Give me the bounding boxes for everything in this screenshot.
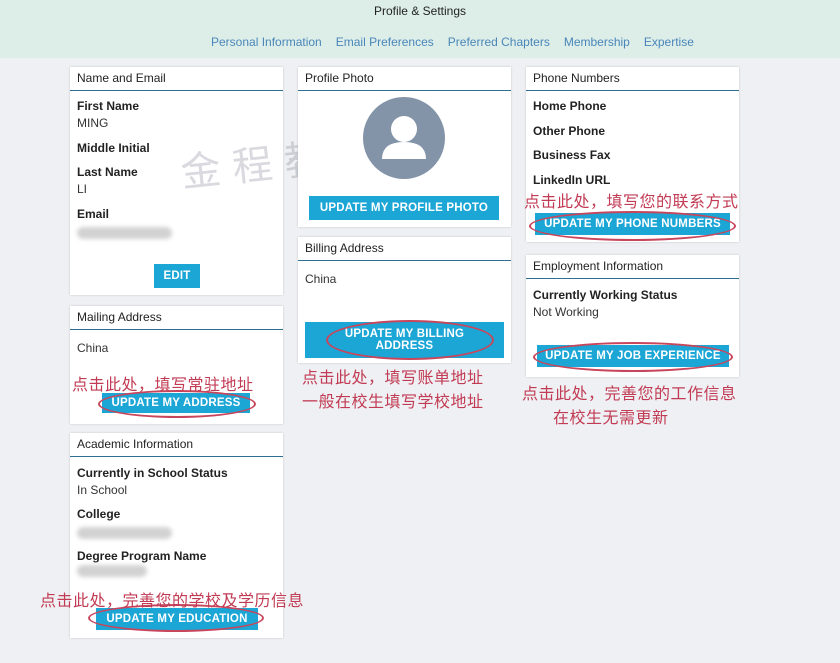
- other-phone-label: Other Phone: [533, 124, 606, 138]
- update-education-button[interactable]: UPDATE MY EDUCATION: [96, 608, 258, 630]
- annotation-job-line-1: 点击此处，完善您的工作信息: [522, 384, 737, 403]
- business-fax-label: Business Fax: [533, 148, 611, 162]
- employment-info-card: Employment Information Currently Working…: [526, 255, 739, 377]
- update-profile-photo-button[interactable]: UPDATE MY PROFILE PHOTO: [309, 196, 499, 220]
- mailing-address-header: Mailing Address: [70, 306, 283, 330]
- home-phone-label: Home Phone: [533, 99, 607, 113]
- annotation-job-line-2: 在校生无需更新: [553, 408, 669, 427]
- email-label: Email: [77, 207, 110, 221]
- first-name-value: MING: [77, 116, 109, 130]
- school-status-label: Currently in School Status: [77, 466, 228, 480]
- billing-button-line-2: ADDRESS: [375, 340, 434, 352]
- last-name-value: LI: [77, 182, 88, 196]
- top-header: Profile & Settings Personal Information …: [0, 0, 840, 58]
- degree-program-label: Degree Program Name: [77, 549, 207, 563]
- update-address-button[interactable]: UPDATE MY ADDRESS: [102, 393, 250, 413]
- billing-address-card: Billing Address China UPDATE MY BILLING …: [298, 237, 511, 363]
- middle-initial-label: Middle Initial: [77, 141, 150, 155]
- email-value-redacted: [77, 227, 172, 239]
- tab-expertise[interactable]: Expertise: [644, 35, 694, 49]
- update-billing-address-button[interactable]: UPDATE MY BILLING ADDRESS: [305, 322, 504, 358]
- mailing-address-value: China: [77, 341, 109, 355]
- name-email-header: Name and Email: [70, 67, 283, 91]
- profile-photo-header: Profile Photo: [298, 67, 511, 91]
- first-name-label: First Name: [77, 99, 140, 113]
- billing-address-header: Billing Address: [298, 237, 511, 261]
- degree-value-redacted: [77, 565, 147, 577]
- billing-button-line-1: UPDATE MY BILLING: [344, 328, 465, 340]
- mailing-address-card: Mailing Address China UPDATE MY ADDRESS: [70, 306, 283, 424]
- annotation-billing-line-1: 点击此处，填写账单地址: [302, 368, 484, 387]
- tab-personal-information[interactable]: Personal Information: [211, 35, 322, 49]
- settings-tabs: Personal Information Email Preferences P…: [211, 35, 708, 49]
- last-name-label: Last Name: [77, 165, 138, 179]
- college-label: College: [77, 507, 121, 521]
- school-status-value: In School: [77, 483, 128, 497]
- tab-email-preferences[interactable]: Email Preferences: [336, 35, 434, 49]
- tab-preferred-chapters[interactable]: Preferred Chapters: [448, 35, 550, 49]
- annotation-phone: 点击此处，填写您的联系方式: [524, 192, 739, 211]
- academic-info-header: Academic Information: [70, 433, 283, 457]
- page-title: Profile & Settings: [373, 4, 467, 18]
- phone-numbers-header: Phone Numbers: [526, 67, 739, 91]
- update-job-experience-button[interactable]: UPDATE MY JOB EXPERIENCE: [537, 345, 729, 367]
- employment-info-header: Employment Information: [526, 255, 739, 279]
- annotation-billing-line-2: 一般在校生填写学校地址: [302, 392, 484, 411]
- user-icon: [382, 116, 426, 159]
- edit-button[interactable]: EDIT: [154, 264, 200, 288]
- avatar: [363, 97, 445, 179]
- billing-address-value: China: [305, 272, 337, 286]
- annotation-education: 点击此处，完善您的学校及学历信息: [40, 591, 305, 610]
- linkedin-url-label: LinkedIn URL: [533, 173, 611, 187]
- tab-membership[interactable]: Membership: [564, 35, 630, 49]
- annotation-address: 点击此处，填写常驻地址: [72, 375, 254, 394]
- working-status-label: Currently Working Status: [533, 288, 678, 302]
- update-phone-numbers-button[interactable]: UPDATE MY PHONE NUMBERS: [535, 213, 730, 235]
- college-value-redacted: [77, 527, 172, 539]
- working-status-value: Not Working: [533, 305, 599, 319]
- phone-numbers-card: Phone Numbers Home Phone Other Phone Bus…: [526, 67, 739, 242]
